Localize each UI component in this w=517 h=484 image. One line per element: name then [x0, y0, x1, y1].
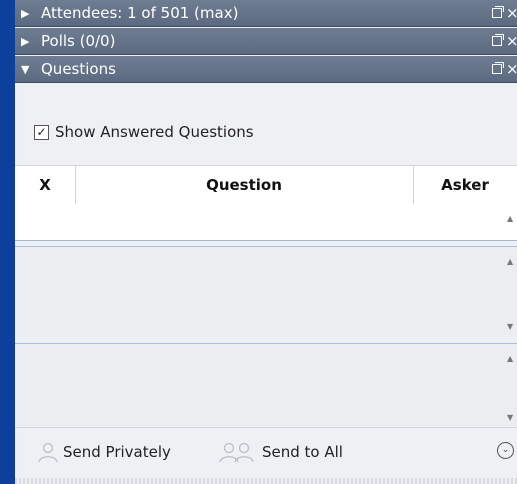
scroll-up-icon[interactable]: ▲	[507, 214, 513, 223]
send-privately-label: Send Privately	[63, 443, 171, 461]
column-header-question[interactable]: Question	[75, 166, 414, 204]
answer-scrollbar[interactable]: ▲ ▼	[503, 344, 517, 426]
person-icon	[38, 442, 58, 463]
scroll-up-icon[interactable]: ▲	[507, 354, 513, 363]
questions-title: Questions	[41, 60, 116, 78]
popout-icon[interactable]	[492, 62, 504, 74]
popout-icon[interactable]	[492, 34, 504, 46]
close-icon[interactable]: ×	[506, 56, 517, 83]
attendees-title: Attendees: 1 of 501 (max)	[41, 4, 239, 22]
session-panel: ▶ Attendees: 1 of 501 (max) × ▶ Polls (0…	[15, 0, 517, 484]
send-to-all-button[interactable]: Send to All	[218, 440, 388, 464]
column-header-x[interactable]: X	[15, 166, 76, 204]
polls-panel-header[interactable]: ▶ Polls (0/0) ×	[15, 28, 517, 55]
attendees-panel-header[interactable]: ▶ Attendees: 1 of 501 (max) ×	[15, 0, 517, 27]
questions-footer: Send Privately Send to All ⌄	[15, 427, 517, 484]
scroll-down-icon[interactable]: ▼	[507, 322, 513, 331]
question-detail-area[interactable]: ▲ ▼	[15, 246, 517, 335]
polls-title: Polls (0/0)	[41, 32, 116, 50]
scroll-up-icon[interactable]: ▲	[507, 257, 513, 266]
questions-list[interactable]: ▲	[15, 204, 517, 241]
expand-arrow-icon: ▶	[21, 35, 30, 48]
close-icon[interactable]: ×	[506, 0, 517, 27]
show-answered-row[interactable]: ✓ Show Answered Questions	[15, 118, 517, 148]
answer-input-area[interactable]: ▲ ▼	[15, 343, 517, 426]
more-options-icon[interactable]: ⌄	[497, 442, 514, 459]
list-scrollbar[interactable]: ▲	[503, 204, 517, 240]
close-icon[interactable]: ×	[506, 28, 517, 55]
detail-scrollbar[interactable]: ▲ ▼	[503, 247, 517, 335]
expand-arrow-icon: ▶	[21, 7, 30, 20]
show-answered-label: Show Answered Questions	[55, 123, 254, 141]
questions-panel-header[interactable]: ▼ Questions ×	[15, 56, 517, 83]
send-to-all-label: Send to All	[262, 443, 343, 461]
questions-table-header: X Question Asker	[15, 165, 517, 205]
send-privately-button[interactable]: Send Privately	[37, 440, 207, 464]
show-answered-checkbox[interactable]: ✓	[34, 125, 49, 140]
popout-icon[interactable]	[492, 6, 504, 18]
resize-grip	[15, 478, 517, 484]
column-header-asker[interactable]: Asker	[413, 166, 517, 204]
collapse-arrow-icon: ▼	[21, 63, 30, 76]
scroll-down-icon[interactable]: ▼	[507, 413, 513, 422]
group-icon	[219, 442, 254, 463]
